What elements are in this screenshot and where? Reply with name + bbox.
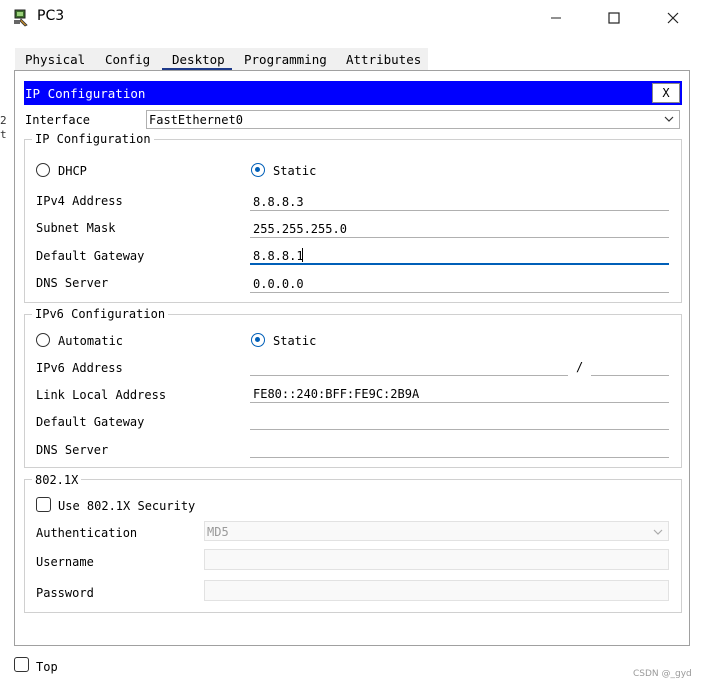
tab-desktop[interactable]: Desktop (172, 52, 225, 67)
ipv6-prefix-field[interactable] (591, 357, 669, 376)
ipv6-dns-field[interactable] (250, 439, 669, 458)
ipv6-address-label: IPv6 Address (36, 361, 123, 375)
clipped-left-text: t (0, 128, 7, 141)
automatic-radio[interactable] (36, 333, 50, 347)
dns-server-label: DNS Server (36, 276, 109, 290)
static-ipv6-radio[interactable] (251, 333, 265, 347)
chevron-down-icon (664, 113, 674, 127)
use-8021x-label: Use 802.1X Security (58, 499, 196, 513)
default-gateway-field[interactable] (250, 246, 669, 265)
interface-label: Interface (25, 113, 91, 127)
link-local-value: FE80::240:BFF:FE9C:2B9A (253, 387, 420, 401)
ip-config-title: IP Configuration (25, 86, 146, 101)
ipv6-address-field[interactable] (250, 357, 568, 376)
chevron-down-icon (653, 526, 663, 540)
interface-value: FastEthernet0 (149, 113, 243, 127)
minimize-button[interactable] (527, 0, 585, 36)
minimize-icon (551, 17, 561, 19)
ipv4-address-label: IPv4 Address (36, 194, 123, 208)
ipv6-gateway-label: Default Gateway (36, 415, 145, 429)
dns-server-value: 0.0.0.0 (253, 277, 304, 291)
clipped-left-text: 2 (0, 114, 7, 127)
top-checkbox[interactable] (14, 657, 29, 672)
username-label: Username (36, 555, 94, 569)
use-8021x-checkbox[interactable] (36, 497, 51, 512)
tab-config[interactable]: Config (105, 52, 150, 67)
default-gateway-value: 8.8.8.1 (253, 249, 304, 263)
prefix-separator: / (576, 360, 584, 374)
dhcp-label: DHCP (58, 164, 87, 178)
close-ip-config-button[interactable]: X (652, 83, 680, 103)
static-ipv4-radio[interactable] (251, 163, 265, 177)
password-field[interactable] (204, 580, 669, 601)
maximize-button[interactable] (585, 0, 643, 36)
tab-programming[interactable]: Programming (244, 52, 327, 67)
authentication-select[interactable] (204, 521, 669, 541)
username-field[interactable] (204, 549, 669, 570)
link-local-label: Link Local Address (36, 388, 167, 402)
close-window-button[interactable] (644, 0, 702, 36)
pc-app-icon (12, 8, 32, 28)
default-gateway-label: Default Gateway (36, 249, 145, 263)
ipv4-group-title: IP Configuration (32, 132, 154, 146)
tab-physical[interactable]: Physical (25, 52, 85, 67)
ipv4-address-field[interactable] (250, 192, 669, 211)
top-label: Top (36, 660, 58, 674)
password-label: Password (36, 586, 94, 600)
dhcp-radio[interactable] (36, 163, 50, 177)
subnet-mask-label: Subnet Mask (36, 221, 116, 235)
window-title: PC3 (37, 8, 65, 24)
ipv6-group-title: IPv6 Configuration (32, 307, 169, 321)
automatic-label: Automatic (58, 334, 124, 348)
tab-attributes[interactable]: Attributes (346, 52, 421, 67)
authentication-value: MD5 (207, 525, 229, 539)
authentication-label: Authentication (36, 526, 138, 540)
text-cursor (302, 248, 303, 262)
static-ipv4-label: Static (273, 164, 317, 178)
dns-server-field[interactable] (250, 274, 669, 293)
subnet-mask-value: 255.255.255.0 (253, 222, 347, 236)
ipv4-address-value: 8.8.8.3 (253, 195, 304, 209)
watermark: CSDN @_gyd (633, 669, 692, 679)
dot1x-group-title: 802.1X (32, 473, 82, 487)
maximize-icon (608, 12, 620, 24)
ipv6-gateway-field[interactable] (250, 411, 669, 430)
close-icon (667, 12, 679, 24)
ipv6-dns-label: DNS Server (36, 443, 109, 457)
static-ipv6-label: Static (273, 334, 317, 348)
